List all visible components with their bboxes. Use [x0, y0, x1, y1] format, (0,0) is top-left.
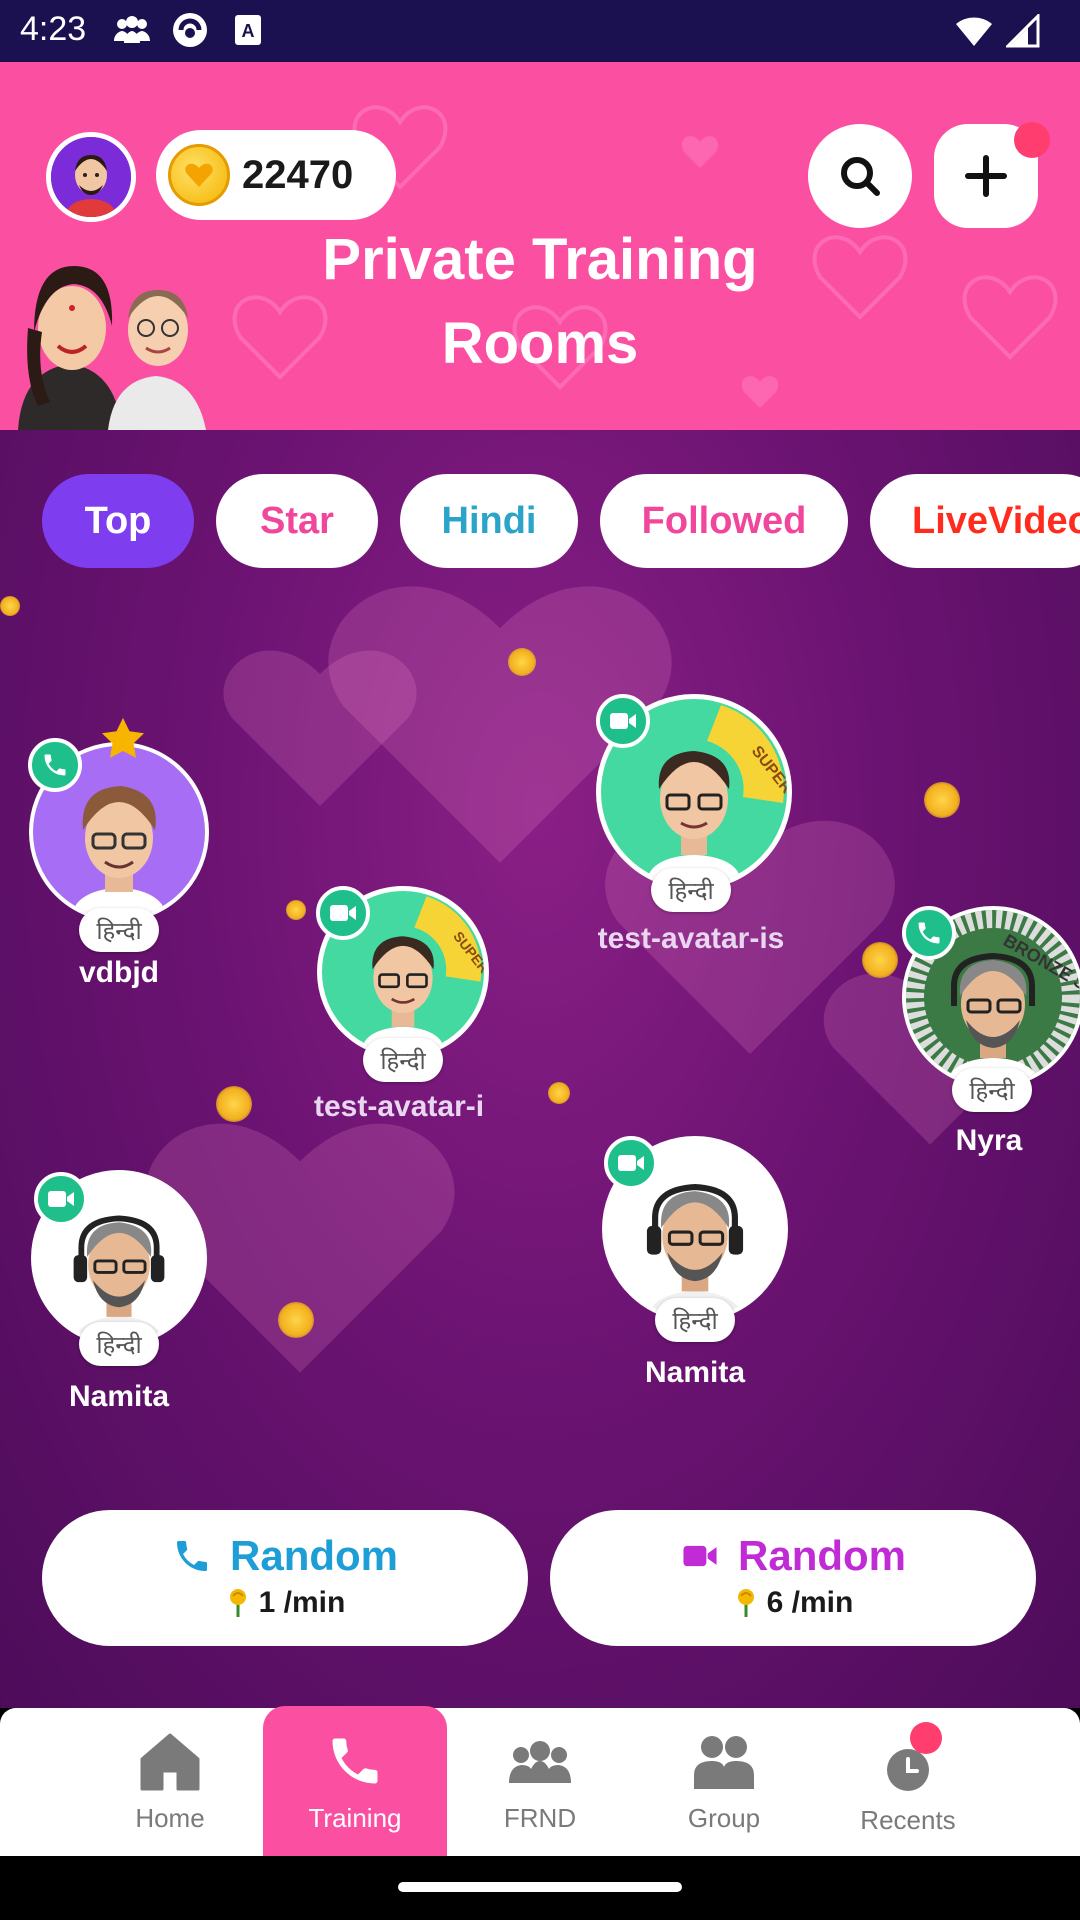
user-name: Namita [644, 1356, 746, 1389]
nav-group-label: Group [687, 1803, 761, 1833]
audio-call-badge [28, 738, 82, 792]
home-gesture-handle[interactable] [398, 1882, 682, 1892]
video-camera-icon [618, 1155, 644, 1171]
audio-call-badge [902, 906, 956, 960]
bokeh-light [508, 648, 536, 676]
random-audio-label: Random [230, 1532, 398, 1579]
nav-recents-label: Recents [860, 1805, 956, 1835]
filter-hindi[interactable]: Hindi [400, 474, 578, 568]
home-icon [140, 1733, 200, 1791]
coin-balance[interactable]: 22470 [156, 130, 396, 220]
rose-icon [737, 1589, 754, 1617]
wifi-icon [956, 17, 992, 46]
title-line-1: Private Training [322, 227, 758, 292]
user-card[interactable]: BRONZE SUPER FR हिन्दी Nyra [898, 906, 1080, 1158]
profile-avatar[interactable] [46, 132, 136, 222]
app-logo-icon [170, 10, 210, 50]
user-card[interactable]: हिन्दी Namita [24, 1170, 214, 1414]
star-icon [101, 717, 145, 758]
bokeh-light [278, 1302, 314, 1338]
nav-group[interactable]: Group [632, 1708, 816, 1856]
couple-illustration [18, 266, 206, 430]
video-camera-icon [683, 1545, 717, 1567]
random-video-call-button[interactable]: Random 6 /min [550, 1510, 1036, 1646]
status-system-icons [954, 14, 1040, 48]
phone-icon [44, 754, 66, 776]
random-audio-rate: 1 /min [258, 1586, 346, 1619]
signal-icon [1006, 14, 1040, 48]
user-card[interactable]: SUPER FRND हिन्दी test-avatar-is [596, 694, 792, 956]
language-badge: हिन्दी [655, 1298, 735, 1342]
nav-frnd-label: FRND [503, 1803, 577, 1833]
random-audio-call-button[interactable]: Random 1 /min [42, 1510, 528, 1646]
video-call-badge [604, 1136, 658, 1190]
bottom-navigation: Home Training FRND Group Recents [0, 1706, 1080, 1856]
svg-text:A: A [242, 21, 255, 41]
bokeh-light [862, 942, 898, 978]
phone-icon [918, 922, 940, 944]
filter-followed[interactable]: Followed [600, 474, 848, 568]
user-name: Nyra [955, 1124, 1023, 1157]
rose-icon [229, 1589, 246, 1617]
video-call-badge [316, 886, 370, 940]
filter-star[interactable]: Star [216, 474, 378, 568]
language-badge: हिन्दी [79, 908, 159, 952]
nav-home[interactable]: Home [78, 1708, 262, 1856]
bokeh-light [548, 1082, 570, 1104]
recents-notification-dot [910, 1722, 942, 1754]
header-banner: 22470 Private Training Rooms [0, 62, 1080, 430]
user-name: test-avatar-i [314, 1090, 485, 1123]
random-video-label: Random [738, 1532, 906, 1579]
language-badge: हिन्दी [363, 1038, 443, 1082]
title-line-2: Rooms [441, 311, 639, 376]
nav-recents[interactable]: Recents [816, 1708, 1000, 1856]
coin-icon [168, 144, 230, 206]
plus-icon [965, 155, 1007, 197]
nav-home-label: Home [135, 1803, 205, 1833]
user-card[interactable]: SUPER FRND हिन्दी test-avatar-i [308, 886, 498, 1124]
nav-frnd[interactable]: FRND [448, 1708, 632, 1856]
user-card[interactable]: हिन्दी Namita [600, 1136, 790, 1390]
user-name: Namita [68, 1380, 170, 1413]
group-icon [694, 1736, 754, 1789]
filter-livevideo[interactable]: LiveVideo [870, 474, 1080, 568]
people-icon [112, 10, 152, 50]
nav-training[interactable]: Training [263, 1706, 447, 1856]
bokeh-light [216, 1086, 252, 1122]
user-name: test-avatar-is [597, 922, 785, 955]
search-button[interactable] [808, 124, 912, 228]
user-card[interactable]: हिन्दी vdbjd [24, 717, 214, 990]
page-title: Private Training Rooms [240, 218, 840, 386]
nav-training-label: Training [308, 1803, 402, 1833]
search-icon [841, 157, 880, 196]
status-notification-icons: A [112, 10, 268, 50]
phone-icon [177, 1541, 207, 1571]
status-bar: 4:23 A [0, 0, 1080, 62]
random-video-rate: 6 /min [766, 1586, 854, 1619]
video-call-badge [596, 694, 650, 748]
phone-icon [332, 1738, 378, 1784]
video-call-badge [34, 1172, 88, 1226]
notification-dot [1014, 122, 1050, 158]
video-camera-icon [48, 1191, 74, 1207]
bokeh-light [286, 900, 306, 920]
video-camera-icon [330, 905, 356, 921]
video-camera-icon [610, 713, 636, 729]
gesture-bar [0, 1856, 1080, 1920]
bokeh-light [0, 596, 20, 616]
friends-icon [509, 1741, 571, 1783]
keyboard-a-icon: A [228, 10, 268, 50]
status-time: 4:23 [20, 10, 87, 48]
training-rooms-area: Top Star Hindi Followed LiveVideo हिन्दी… [0, 430, 1080, 1708]
user-name: vdbjd [79, 956, 159, 989]
bokeh-light [924, 782, 960, 818]
background-heart [223, 650, 417, 806]
language-badge: हिन्दी [79, 1322, 159, 1366]
coin-value: 22470 [242, 152, 354, 197]
language-badge: हिन्दी [952, 1068, 1032, 1112]
language-badge: हिन्दी [651, 868, 731, 912]
filter-top[interactable]: Top [42, 474, 194, 568]
filter-tabs: Top Star Hindi Followed LiveVideo [42, 474, 1080, 568]
